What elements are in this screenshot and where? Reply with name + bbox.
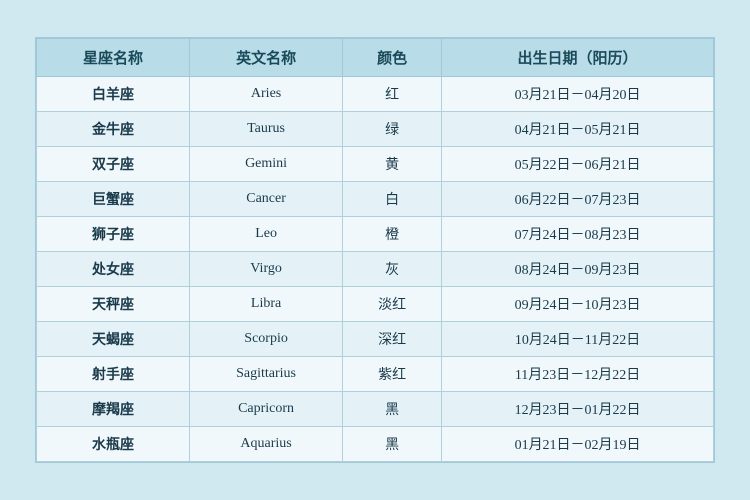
table-row: 白羊座Aries红03月21日－04月20日 — [37, 77, 714, 112]
cell-english_name-0: Aries — [190, 77, 343, 112]
cell-color-5: 灰 — [343, 252, 442, 287]
zodiac-table-container: 星座名称 英文名称 颜色 出生日期（阳历） 白羊座Aries红03月21日－04… — [35, 37, 715, 463]
table-header-row: 星座名称 英文名称 颜色 出生日期（阳历） — [37, 39, 714, 77]
cell-date_range-10: 01月21日－02月19日 — [442, 427, 714, 462]
table-row: 射手座Sagittarius紫红11月23日－12月22日 — [37, 357, 714, 392]
cell-chinese_name-7: 天蝎座 — [37, 322, 190, 357]
cell-chinese_name-6: 天秤座 — [37, 287, 190, 322]
cell-date_range-6: 09月24日－10月23日 — [442, 287, 714, 322]
cell-english_name-4: Leo — [190, 217, 343, 252]
cell-english_name-10: Aquarius — [190, 427, 343, 462]
cell-english_name-6: Libra — [190, 287, 343, 322]
cell-english_name-9: Capricorn — [190, 392, 343, 427]
cell-chinese_name-9: 摩羯座 — [37, 392, 190, 427]
cell-chinese_name-0: 白羊座 — [37, 77, 190, 112]
cell-chinese_name-8: 射手座 — [37, 357, 190, 392]
table-row: 狮子座Leo橙07月24日－08月23日 — [37, 217, 714, 252]
cell-chinese_name-2: 双子座 — [37, 147, 190, 182]
cell-date_range-0: 03月21日－04月20日 — [442, 77, 714, 112]
cell-chinese_name-1: 金牛座 — [37, 112, 190, 147]
cell-color-6: 淡红 — [343, 287, 442, 322]
cell-color-9: 黑 — [343, 392, 442, 427]
table-row: 水瓶座Aquarius黑01月21日－02月19日 — [37, 427, 714, 462]
col-header-date: 出生日期（阳历） — [442, 39, 714, 77]
cell-english_name-3: Cancer — [190, 182, 343, 217]
cell-color-4: 橙 — [343, 217, 442, 252]
zodiac-table: 星座名称 英文名称 颜色 出生日期（阳历） 白羊座Aries红03月21日－04… — [36, 38, 714, 462]
table-row: 处女座Virgo灰08月24日－09月23日 — [37, 252, 714, 287]
cell-chinese_name-5: 处女座 — [37, 252, 190, 287]
col-header-chinese: 星座名称 — [37, 39, 190, 77]
cell-english_name-7: Scorpio — [190, 322, 343, 357]
cell-date_range-8: 11月23日－12月22日 — [442, 357, 714, 392]
cell-color-0: 红 — [343, 77, 442, 112]
cell-date_range-2: 05月22日－06月21日 — [442, 147, 714, 182]
cell-chinese_name-4: 狮子座 — [37, 217, 190, 252]
cell-date_range-3: 06月22日－07月23日 — [442, 182, 714, 217]
cell-date_range-5: 08月24日－09月23日 — [442, 252, 714, 287]
table-body: 白羊座Aries红03月21日－04月20日金牛座Taurus绿04月21日－0… — [37, 77, 714, 462]
cell-chinese_name-3: 巨蟹座 — [37, 182, 190, 217]
cell-english_name-1: Taurus — [190, 112, 343, 147]
cell-english_name-8: Sagittarius — [190, 357, 343, 392]
cell-color-7: 深红 — [343, 322, 442, 357]
table-row: 摩羯座Capricorn黑12月23日－01月22日 — [37, 392, 714, 427]
col-header-english: 英文名称 — [190, 39, 343, 77]
cell-english_name-2: Gemini — [190, 147, 343, 182]
cell-color-3: 白 — [343, 182, 442, 217]
cell-chinese_name-10: 水瓶座 — [37, 427, 190, 462]
cell-color-2: 黄 — [343, 147, 442, 182]
table-row: 巨蟹座Cancer白06月22日－07月23日 — [37, 182, 714, 217]
cell-color-1: 绿 — [343, 112, 442, 147]
table-row: 金牛座Taurus绿04月21日－05月21日 — [37, 112, 714, 147]
cell-date_range-4: 07月24日－08月23日 — [442, 217, 714, 252]
cell-english_name-5: Virgo — [190, 252, 343, 287]
cell-date_range-7: 10月24日－11月22日 — [442, 322, 714, 357]
table-row: 天秤座Libra淡红09月24日－10月23日 — [37, 287, 714, 322]
cell-color-8: 紫红 — [343, 357, 442, 392]
cell-date_range-9: 12月23日－01月22日 — [442, 392, 714, 427]
table-row: 天蝎座Scorpio深红10月24日－11月22日 — [37, 322, 714, 357]
table-row: 双子座Gemini黄05月22日－06月21日 — [37, 147, 714, 182]
col-header-color: 颜色 — [343, 39, 442, 77]
cell-date_range-1: 04月21日－05月21日 — [442, 112, 714, 147]
cell-color-10: 黑 — [343, 427, 442, 462]
